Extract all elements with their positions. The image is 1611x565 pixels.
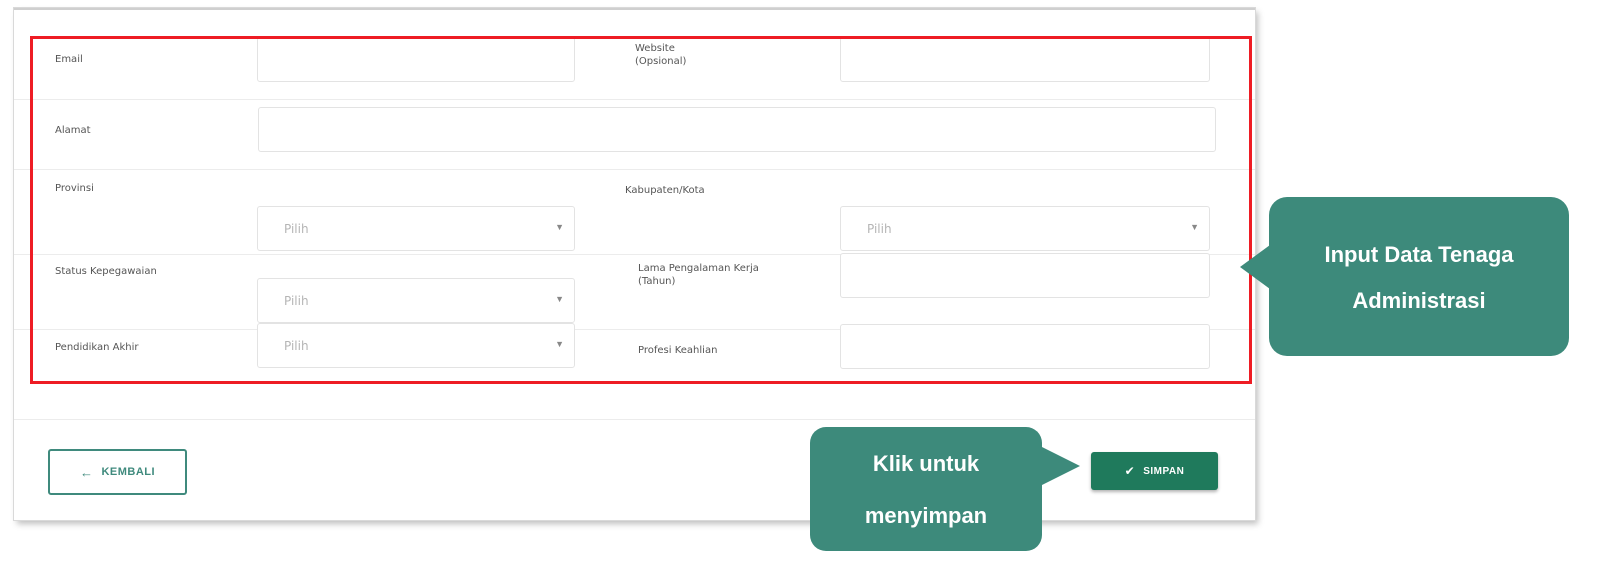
callout-line-2: Administrasi — [1352, 288, 1486, 313]
save-callout: Klik untuk menyimpan — [810, 427, 1042, 551]
kembali-button-label: KEMBALI — [101, 466, 156, 478]
highlight-box — [30, 36, 1252, 384]
check-icon: ✔ — [1124, 464, 1136, 478]
kembali-button[interactable]: ← KEMBALI — [48, 449, 187, 495]
callout-line-1: Input Data Tenaga — [1324, 242, 1514, 267]
callout-tail-right — [1040, 446, 1080, 486]
arrow-left-icon: ← — [79, 464, 94, 480]
input-data-callout: Input Data Tenaga Administrasi — [1269, 197, 1569, 356]
simpan-button[interactable]: ✔ SIMPAN — [1091, 452, 1218, 490]
simpan-button-label: SIMPAN — [1143, 465, 1185, 477]
callout-tail-left — [1240, 245, 1270, 289]
callout-line-2: menyimpan — [864, 503, 988, 528]
callout-line-1: Klik untuk — [872, 451, 980, 476]
